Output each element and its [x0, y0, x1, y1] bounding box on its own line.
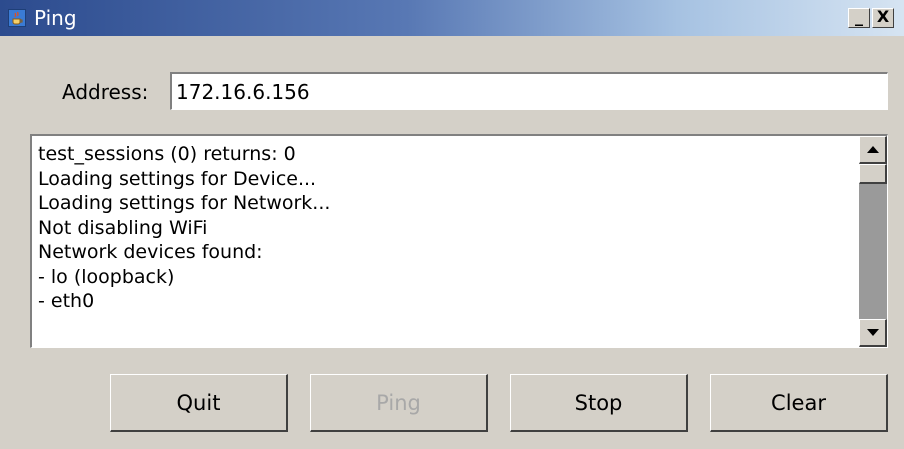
log-line: test_sessions (0) returns: 0: [38, 143, 296, 165]
quit-button[interactable]: Quit: [110, 374, 288, 432]
log-line: Loading settings for Device...: [38, 167, 317, 190]
close-button[interactable]: X: [872, 8, 894, 28]
arrow-up-icon: [867, 146, 879, 153]
window-title: Ping: [34, 6, 77, 30]
scroll-down-button[interactable]: [859, 319, 887, 347]
java-cup-icon: [8, 9, 26, 27]
log-lines: test_sessions (0) returns: 0 Loading set…: [38, 142, 858, 314]
log-line: Loading settings for Network...: [38, 192, 331, 214]
minimize-button[interactable]: _: [848, 8, 870, 28]
address-input[interactable]: [170, 72, 888, 110]
log-line: Not disabling WiFi: [38, 216, 208, 239]
title-bar[interactable]: Ping _ X: [0, 0, 904, 36]
minimize-icon: _: [855, 7, 863, 26]
log-line: Network devices found:: [38, 241, 263, 263]
log-line: - lo (loopback): [38, 265, 175, 288]
scrollbar-thumb[interactable]: [859, 164, 887, 184]
ping-button[interactable]: Ping: [310, 374, 488, 432]
log-output[interactable]: test_sessions (0) returns: 0 Loading set…: [30, 134, 888, 348]
close-icon: X: [876, 7, 890, 26]
log-line: - eth0: [38, 290, 95, 312]
scrollbar-track[interactable]: [859, 164, 887, 319]
log-scrollbar[interactable]: [859, 136, 887, 347]
clear-button[interactable]: Clear: [710, 374, 888, 432]
scroll-up-button[interactable]: [859, 136, 887, 164]
stop-button[interactable]: Stop: [510, 374, 688, 432]
address-label: Address:: [62, 80, 149, 104]
ping-window: Ping _ X Address: test_sessions (0) retu…: [0, 0, 904, 449]
arrow-down-icon: [867, 329, 879, 336]
